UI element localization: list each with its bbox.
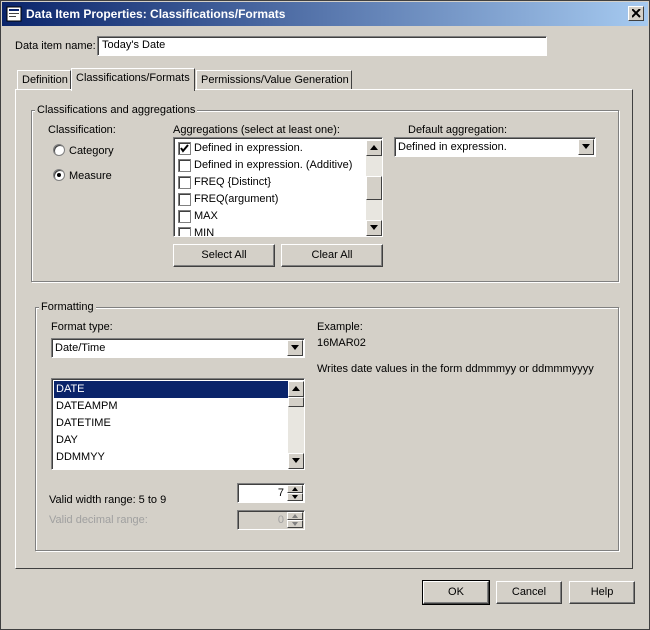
ok-button[interactable]: OK (422, 580, 490, 605)
help-button[interactable]: Help (569, 581, 635, 604)
format-item[interactable]: DATEAMPM (54, 398, 288, 415)
aggregation-label: MAX (194, 210, 218, 222)
spin-up-arrow-icon (292, 514, 298, 518)
scroll-down-arrow-icon (370, 225, 378, 230)
aggregations-list[interactable]: Defined in expression. Defined in expres… (173, 137, 383, 237)
formats-scrollbar[interactable] (288, 381, 304, 469)
classifications-group-title: Classifications and aggregations (35, 104, 198, 116)
radio-measure[interactable] (53, 169, 65, 181)
aggregations-label: Aggregations (select at least one): (173, 124, 340, 136)
aggregation-item[interactable]: Defined in expression. (Additive) (176, 157, 366, 174)
format-item[interactable]: DDMMYY (54, 449, 288, 466)
dropdown-button[interactable] (287, 340, 303, 356)
decimal-spinner: 0 (237, 510, 305, 530)
width-range-label: Valid width range: 5 to 9 (49, 494, 167, 506)
aggregation-label: MIN (194, 227, 215, 237)
default-aggregation-dropdown[interactable]: Defined in expression. (394, 137, 596, 157)
aggregation-item[interactable]: FREQ {Distinct} (176, 174, 366, 191)
checkmark-icon (180, 144, 189, 153)
aggregation-item[interactable]: Defined in expression. (176, 140, 366, 157)
scroll-thumb[interactable] (288, 397, 304, 407)
window-title: Data Item Properties: Classifications/Fo… (26, 7, 286, 21)
close-button[interactable] (628, 6, 644, 21)
scroll-down-arrow-icon (292, 458, 300, 463)
width-spinner[interactable]: 7 (237, 483, 305, 503)
decimal-value: 0 (277, 514, 284, 526)
format-description: Writes date values in the form ddmmmyy o… (317, 363, 594, 375)
scroll-up-button[interactable] (366, 140, 382, 156)
scroll-thumb[interactable] (366, 176, 382, 200)
aggregation-item[interactable]: MAX (176, 208, 366, 225)
aggregation-label: Defined in expression. (Additive) (194, 159, 353, 171)
radio-category-label[interactable]: Category (69, 145, 114, 157)
tab-classifications-formats[interactable]: Classifications/Formats (71, 68, 195, 91)
select-all-button[interactable]: Select All (173, 244, 275, 267)
aggregation-checkbox[interactable] (178, 227, 191, 236)
radio-category[interactable] (53, 144, 65, 156)
tab-permissions-value-generation[interactable]: Permissions/Value Generation (196, 70, 352, 90)
aggregation-checkbox[interactable] (178, 193, 191, 206)
aggregation-label: FREQ(argument) (194, 193, 279, 205)
dropdown-arrow-icon (291, 345, 299, 350)
aggregation-label: FREQ {Distinct} (194, 176, 272, 188)
tab-definition[interactable]: Definition (17, 70, 71, 90)
format-item[interactable]: DAY (54, 432, 288, 449)
format-type-value: Date/Time (55, 342, 106, 354)
format-type-dropdown[interactable]: Date/Time (51, 338, 305, 358)
formats-list[interactable]: DATE DATEAMPM DATETIME DAY DDMMYY (51, 378, 305, 470)
aggregation-item[interactable]: MIN (176, 225, 366, 237)
classification-label: Classification: (48, 124, 116, 136)
default-aggregation-label: Default aggregation: (408, 124, 508, 136)
width-value: 7 (277, 487, 284, 499)
data-item-name-label: Data item name: (15, 40, 96, 52)
spin-down-arrow-icon (292, 495, 298, 499)
close-icon (632, 9, 641, 18)
formatting-group-title: Formatting (39, 301, 96, 313)
scroll-up-arrow-icon (370, 145, 378, 150)
scroll-down-button[interactable] (366, 220, 382, 236)
aggregations-scrollbar[interactable] (366, 140, 382, 236)
spin-down-button[interactable] (287, 493, 303, 501)
format-item[interactable]: DATE (54, 381, 288, 398)
dropdown-button[interactable] (578, 139, 594, 155)
aggregation-checkbox[interactable] (178, 159, 191, 172)
scroll-down-button[interactable] (288, 453, 304, 469)
spin-up-button[interactable] (287, 485, 303, 493)
default-aggregation-value: Defined in expression. (398, 141, 507, 153)
spin-up-arrow-icon (292, 487, 298, 491)
scroll-up-arrow-icon (292, 386, 300, 391)
spin-down-button (287, 520, 303, 528)
format-item[interactable]: DATETIME (54, 415, 288, 432)
dialog-window: Data Item Properties: Classifications/Fo… (0, 0, 650, 630)
cancel-button[interactable]: Cancel (496, 581, 562, 604)
format-type-label: Format type: (51, 321, 113, 333)
radio-measure-label[interactable]: Measure (69, 170, 112, 182)
decimal-range-label: Valid decimal range: (49, 514, 148, 526)
aggregation-checkbox[interactable] (178, 210, 191, 223)
title-bar[interactable]: Data Item Properties: Classifications/Fo… (2, 2, 648, 26)
spin-down-arrow-icon (292, 522, 298, 526)
aggregation-label: Defined in expression. (194, 142, 303, 154)
aggregation-checkbox[interactable] (178, 142, 191, 155)
example-value: 16MAR02 (317, 337, 366, 349)
aggregation-checkbox[interactable] (178, 176, 191, 189)
data-item-name-input[interactable]: Today's Date (97, 36, 547, 56)
clear-all-button[interactable]: Clear All (281, 244, 383, 267)
data-item-properties-icon (6, 6, 22, 22)
aggregation-item[interactable]: FREQ(argument) (176, 191, 366, 208)
spin-up-button (287, 512, 303, 520)
scroll-up-button[interactable] (288, 381, 304, 397)
example-label: Example: (317, 321, 363, 333)
dropdown-arrow-icon (582, 144, 590, 149)
